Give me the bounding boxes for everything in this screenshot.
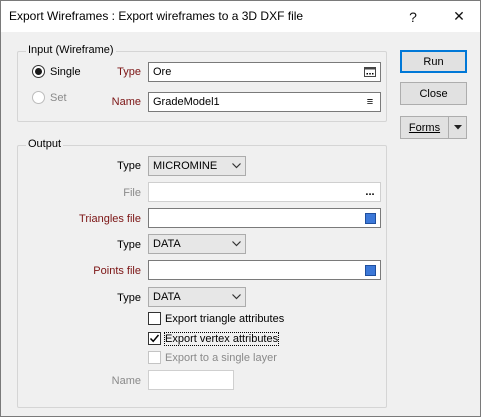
list-icon: ≡ [366, 96, 374, 108]
forms-button[interactable]: Forms [401, 117, 448, 138]
file-browse-button[interactable]: ... [360, 183, 380, 201]
checkbox-box [148, 332, 161, 345]
chevron-down-icon [227, 288, 245, 306]
points-file-field[interactable] [148, 260, 381, 280]
export-wireframes-dialog: Export Wireframes : Export wireframes to… [0, 0, 481, 417]
single-radio-label: Single [50, 65, 81, 78]
input-type-label: Type [117, 66, 141, 78]
points-type-combo[interactable]: DATA [148, 287, 246, 307]
export-triangle-attributes-label: Export triangle attributes [165, 312, 285, 325]
run-button-label: Run [423, 55, 444, 68]
points-type-label: Type [117, 292, 141, 304]
input-name-label: Name [111, 96, 141, 108]
input-group-label: Input (Wireframe) [26, 44, 116, 56]
chevron-down-icon [227, 157, 245, 175]
dropdown-arrow-icon [453, 125, 462, 130]
set-radio-dot [32, 91, 45, 104]
file-field[interactable]: ... [148, 182, 381, 202]
forms-button-label: Forms [408, 121, 441, 134]
input-type-field[interactable]: Ore [148, 62, 381, 82]
triangles-type-label: Type [117, 239, 141, 251]
name-list-button[interactable]: ≡ [360, 93, 380, 111]
window-title: Export Wireframes : Export wireframes to… [9, 9, 304, 23]
checkmark-icon [149, 334, 160, 343]
close-window-button[interactable]: ✕ [437, 1, 481, 32]
forms-split-button[interactable]: Forms [400, 116, 467, 139]
export-single-layer-label: Export to a single layer [165, 351, 277, 364]
close-icon: ✕ [453, 8, 465, 24]
chevron-down-icon [227, 235, 245, 253]
export-single-layer-checkbox[interactable]: Export to a single layer [148, 351, 277, 364]
output-name-label: Name [111, 375, 141, 387]
input-name-field[interactable]: GradeModel1 ≡ [148, 92, 381, 112]
output-type-combo[interactable]: MICROMINE [148, 156, 246, 176]
input-name-value: GradeModel1 [153, 96, 220, 108]
triangles-file-browse-button[interactable] [360, 209, 380, 227]
export-vertex-attributes-checkbox[interactable]: Export vertex attributes [148, 331, 280, 346]
triangles-file-label: Triangles file [79, 213, 141, 225]
output-type-label: Type [117, 160, 141, 172]
type-browse-button[interactable] [360, 63, 380, 81]
output-name-field[interactable] [148, 370, 234, 390]
points-file-label: Points file [93, 265, 141, 277]
help-icon: ? [409, 8, 417, 25]
file-label: File [123, 187, 141, 199]
triangles-file-field[interactable] [148, 208, 381, 228]
file-picker-icon [364, 212, 376, 224]
browse-icon [364, 67, 376, 77]
points-type-value: DATA [153, 291, 181, 303]
input-type-value: Ore [153, 66, 172, 78]
close-button-label: Close [419, 87, 448, 100]
run-button[interactable]: Run [400, 50, 467, 73]
checkbox-box [148, 351, 161, 364]
points-file-browse-button[interactable] [360, 261, 380, 279]
output-type-value: MICROMINE [153, 160, 218, 172]
output-group-label: Output [26, 138, 64, 150]
title-bar: Export Wireframes : Export wireframes to… [1, 1, 480, 32]
checkbox-box [148, 312, 161, 325]
set-radio-label: Set [50, 91, 67, 104]
single-radio[interactable]: Single [32, 65, 81, 78]
triangles-type-value: DATA [153, 238, 181, 250]
single-radio-dot [32, 65, 45, 78]
help-button[interactable]: ? [391, 1, 435, 32]
file-picker-icon [364, 264, 376, 276]
export-triangle-attributes-checkbox[interactable]: Export triangle attributes [148, 312, 284, 325]
set-radio[interactable]: Set [32, 91, 67, 104]
export-vertex-attributes-label: Export vertex attributes [163, 331, 280, 346]
forms-dropdown-button[interactable] [448, 117, 466, 138]
ellipsis-icon: ... [365, 186, 375, 198]
close-button[interactable]: Close [400, 82, 467, 105]
triangles-type-combo[interactable]: DATA [148, 234, 246, 254]
